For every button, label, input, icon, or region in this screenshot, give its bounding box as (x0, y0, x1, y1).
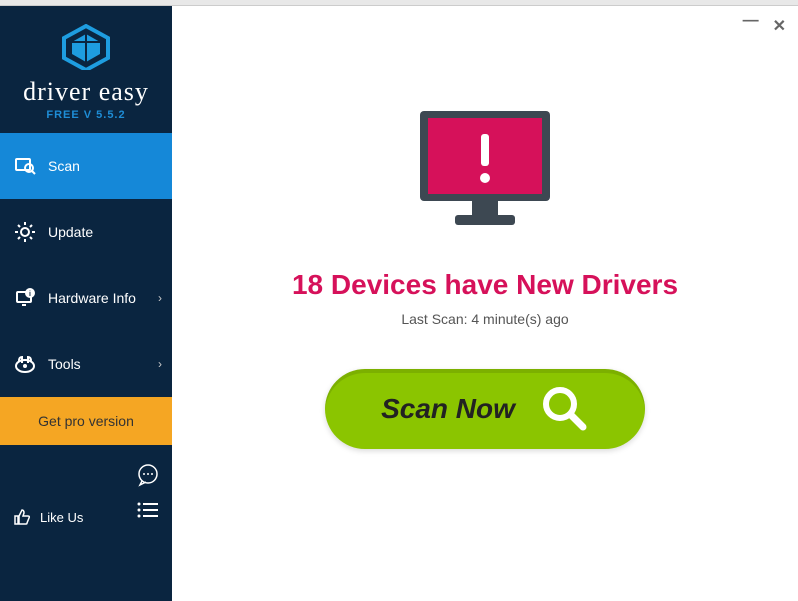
bottom-bar: Like Us (0, 445, 172, 537)
chat-icon[interactable] (136, 463, 160, 492)
window-controls: — ✕ (743, 16, 786, 36)
main-panel: — ✕ 18 Devices have New Drivers Last Sca… (172, 6, 798, 601)
like-us-label: Like Us (40, 510, 83, 525)
menu-icon[interactable] (136, 500, 160, 525)
logo-icon (60, 24, 112, 75)
minimize-button[interactable]: — (743, 12, 759, 32)
get-pro-button[interactable]: Get pro version (0, 397, 172, 445)
like-us-button[interactable]: Like Us (12, 507, 83, 527)
app-name: driver easy (10, 77, 162, 107)
sidebar-item-hardware-info[interactable]: i Hardware Info › (0, 265, 172, 331)
chevron-right-icon: › (158, 291, 162, 305)
last-scan-text: Last Scan: 4 minute(s) ago (401, 311, 568, 327)
chevron-right-icon: › (158, 357, 162, 371)
app-window: driver easy FREE V 5.5.2 Scan (0, 6, 798, 601)
alert-monitor-icon (410, 106, 560, 241)
search-icon (539, 383, 589, 436)
gear-icon (14, 221, 36, 243)
sidebar-item-label: Tools (48, 356, 81, 372)
app-version: FREE V 5.5.2 (10, 109, 162, 121)
svg-text:i: i (29, 291, 31, 298)
sidebar-item-label: Scan (48, 158, 80, 174)
sidebar: driver easy FREE V 5.5.2 Scan (0, 6, 172, 601)
headline: 18 Devices have New Drivers (292, 269, 678, 301)
tools-icon (14, 353, 36, 375)
logo-area: driver easy FREE V 5.5.2 (0, 6, 172, 133)
sidebar-item-label: Hardware Info (48, 290, 136, 306)
sidebar-item-label: Update (48, 224, 93, 240)
scan-now-button[interactable]: Scan Now (325, 369, 645, 449)
thumbs-up-icon (12, 507, 32, 527)
scan-icon (14, 155, 36, 177)
sidebar-item-scan[interactable]: Scan (0, 133, 172, 199)
get-pro-label: Get pro version (38, 413, 134, 429)
scan-now-label: Scan Now (381, 393, 515, 425)
sidebar-item-update[interactable]: Update (0, 199, 172, 265)
close-button[interactable]: ✕ (773, 16, 786, 36)
nav: Scan Update (0, 133, 172, 601)
hardware-icon: i (14, 287, 36, 309)
sidebar-item-tools[interactable]: Tools › (0, 331, 172, 397)
